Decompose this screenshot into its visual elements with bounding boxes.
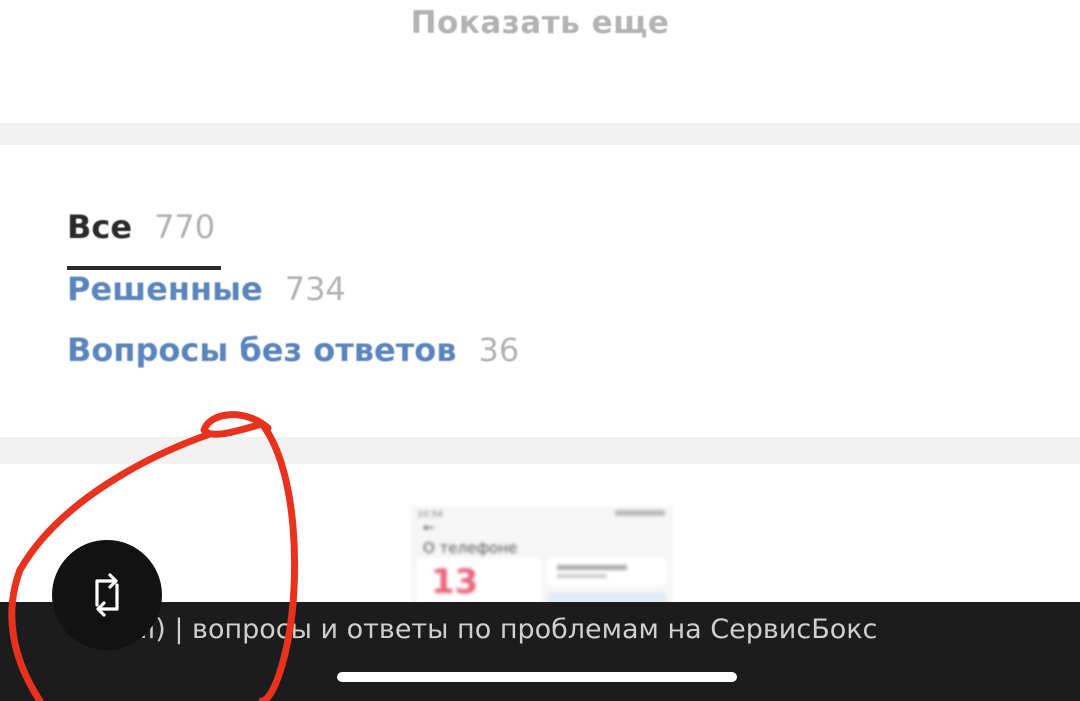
thumbnail-card — [547, 558, 667, 586]
back-arrow-icon: ← — [423, 520, 435, 536]
page-title: ...i) | вопросы и ответы по проблемам на… — [122, 614, 878, 645]
page: Показать еще Все 770 Решенные 734 Вопрос… — [0, 0, 1080, 701]
show-more-label: Показать еще — [410, 5, 670, 41]
thumbnail-status-bar: 10:54 — [417, 510, 443, 520]
filter-tab-count: 36 — [478, 331, 520, 369]
filter-tab-label: Решенные — [67, 270, 263, 308]
rotate-icon — [95, 573, 119, 617]
thumbnail-screen-title: О телефоне — [423, 539, 518, 557]
thumbnail-badge: 13 — [431, 562, 479, 602]
active-tab-underline — [67, 266, 221, 270]
rotate-screen-button[interactable] — [52, 540, 162, 650]
thumbnail-status-icons — [615, 510, 665, 516]
filter-tab-count: 734 — [284, 270, 346, 308]
filter-tab-solved[interactable]: Решенные 734 — [67, 270, 346, 308]
show-more-button[interactable]: Показать еще — [0, 0, 1080, 46]
thumbnail-line — [557, 565, 627, 570]
section-divider — [0, 437, 1080, 464]
section-divider — [0, 123, 1080, 145]
home-indicator[interactable] — [337, 672, 737, 682]
filter-tab-count: 770 — [154, 208, 216, 246]
filter-tab-unanswered[interactable]: Вопросы без ответов 36 — [67, 331, 519, 369]
thumbnail-line — [557, 574, 607, 578]
browser-bottom-bar: ...i) | вопросы и ответы по проблемам на… — [0, 602, 1080, 701]
filter-tab-label: Вопросы без ответов — [67, 331, 457, 369]
filter-tab-label: Все — [67, 208, 133, 246]
filter-tab-all[interactable]: Все 770 — [67, 208, 215, 246]
question-image-thumbnail[interactable]: 10:54 ← О телефоне 13 — [411, 506, 673, 606]
